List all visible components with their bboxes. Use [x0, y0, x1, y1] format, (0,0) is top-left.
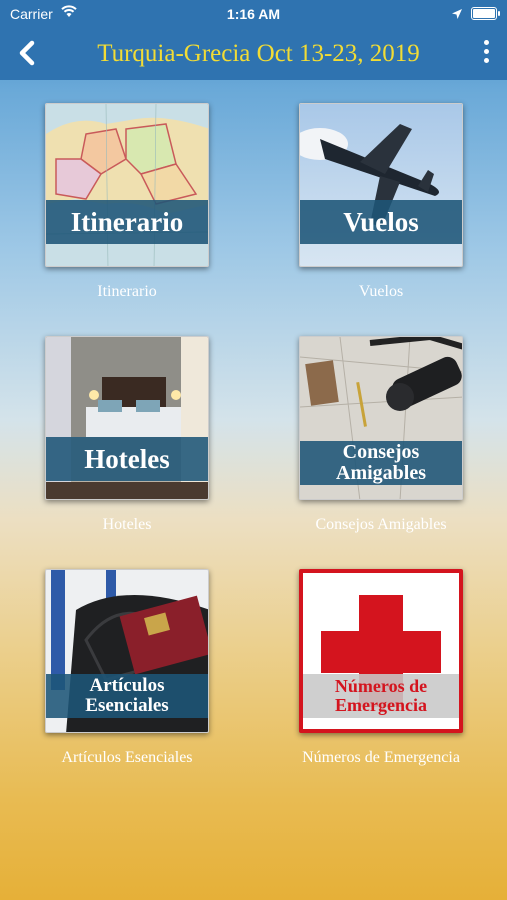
menu-dot	[483, 49, 489, 54]
tile-caption-articulos-esenciales[interactable]: Artículos Esenciales	[7, 749, 247, 767]
tile-banner: Números de Emergencia	[303, 674, 459, 718]
tile-caption-numeros-de-emergencia[interactable]: Números de Emergencia	[261, 749, 501, 767]
tile-banner: Artículos Esenciales	[46, 674, 208, 718]
menu-dot	[483, 40, 489, 45]
tile-banner-text: Artículos	[89, 675, 165, 697]
battery-icon	[471, 7, 500, 20]
tile-banner: Itinerario	[46, 200, 208, 244]
status-bar: Carrier 1:16 AM	[0, 0, 507, 28]
tile-hoteles[interactable]: Hoteles	[45, 336, 209, 500]
menu-dot	[483, 58, 489, 63]
tile-consejos-amigables[interactable]: Consejos Amigables	[299, 336, 463, 500]
tile-banner-text: Amigables	[336, 462, 426, 484]
tile-banner-text: Hoteles	[84, 443, 170, 474]
tile-numeros-de-emergencia[interactable]: Números de Emergencia	[299, 569, 463, 733]
tile-caption-hoteles[interactable]: Hoteles	[7, 516, 247, 534]
location-arrow-icon	[452, 9, 462, 19]
tile-articulos-esenciales[interactable]: Artículos Esenciales	[45, 569, 209, 733]
tile-banner: Vuelos	[300, 200, 462, 244]
battery-level	[473, 9, 495, 18]
tile-banner-text: Consejos	[342, 441, 420, 463]
back-button[interactable]	[14, 38, 42, 68]
tile-caption-vuelos[interactable]: Vuelos	[261, 283, 501, 301]
tile-itinerario[interactable]: Itinerario	[45, 103, 209, 267]
tile-banner-text: Emergencia	[335, 695, 427, 715]
navigation-bar: Turquia-Grecia Oct 13-23, 2019	[0, 28, 507, 80]
tile-banner-text: Esenciales	[85, 695, 169, 716]
tile-banner-text: Itinerario	[70, 206, 184, 237]
page-title: Turquia-Grecia Oct 13-23, 2019	[97, 40, 420, 67]
tile-banner-text: Vuelos	[343, 206, 419, 237]
tile-banner: Hoteles	[46, 437, 208, 481]
tile-caption-itinerario[interactable]: Itinerario	[7, 283, 247, 301]
tile-banner: Consejos Amigables	[300, 441, 462, 485]
tile-caption-consejos-amigables[interactable]: Consejos Amigables	[261, 516, 501, 534]
clock: 1:16 AM	[226, 6, 281, 22]
tile-vuelos[interactable]: Vuelos	[299, 103, 463, 267]
tile-banner-text: Números de	[334, 676, 428, 697]
more-menu-button[interactable]	[479, 40, 493, 66]
